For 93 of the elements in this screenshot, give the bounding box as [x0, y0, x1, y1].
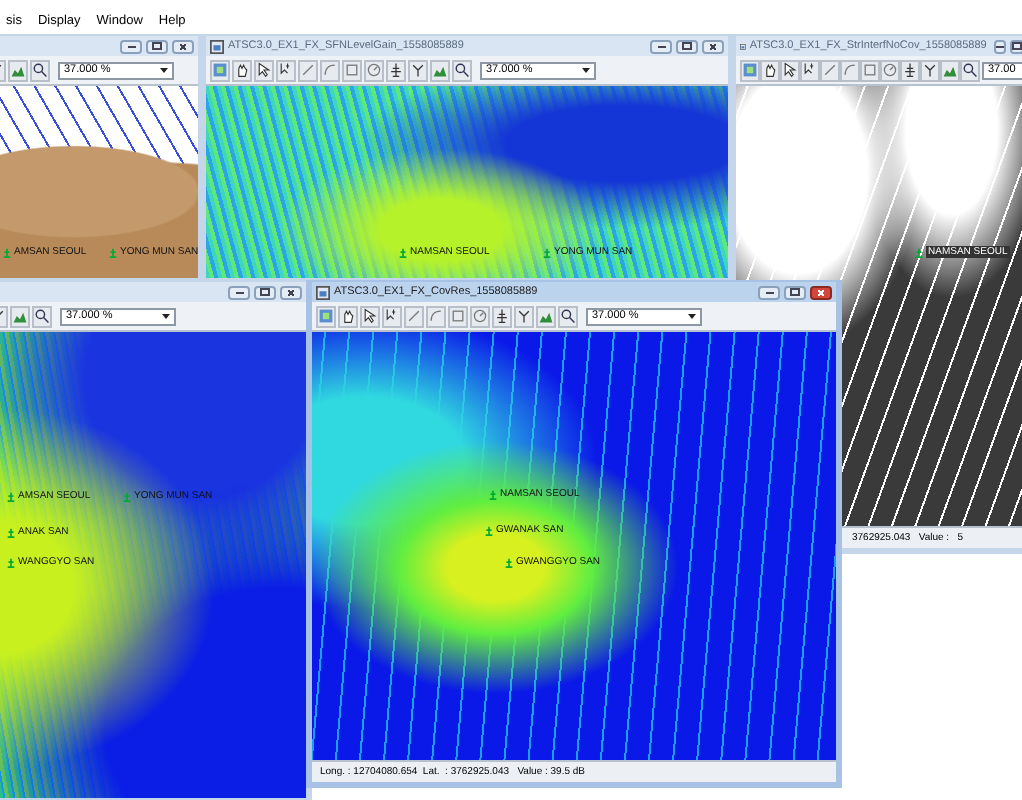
line-icon — [822, 62, 838, 78]
tower-icon — [484, 525, 494, 535]
tower-icon — [122, 491, 132, 501]
minimize-button[interactable] — [228, 285, 250, 299]
line-icon — [406, 308, 422, 324]
tool-button[interactable] — [32, 305, 52, 327]
layers-icon — [318, 308, 334, 324]
search-icon — [962, 62, 978, 78]
hand-icon — [234, 62, 250, 78]
search-icon — [34, 308, 50, 324]
close-button[interactable] — [810, 285, 832, 299]
tower-icon — [388, 62, 404, 78]
window-icon — [740, 39, 746, 53]
window-icon — [316, 285, 330, 299]
tower-icon — [108, 247, 118, 257]
tower-icon — [914, 247, 924, 257]
tower-icon — [504, 557, 514, 567]
square-icon — [344, 62, 360, 78]
caret-icon — [686, 310, 698, 322]
hand-icon — [340, 308, 356, 324]
tower-icon — [6, 491, 16, 501]
minimize-button[interactable] — [120, 39, 142, 53]
maximize-button[interactable] — [1010, 39, 1022, 53]
minimize-button[interactable] — [758, 285, 780, 299]
terrain-icon — [432, 62, 448, 78]
tool-button[interactable] — [338, 305, 358, 327]
gauge-icon — [472, 308, 488, 324]
add-point-icon — [384, 308, 400, 324]
tower-icon — [494, 308, 510, 324]
tool-button[interactable] — [386, 59, 406, 81]
gauge-icon — [366, 62, 382, 78]
pointer-icon — [362, 308, 378, 324]
line-icon — [300, 62, 316, 78]
gauge-icon — [882, 62, 898, 78]
tool-button[interactable] — [360, 305, 380, 327]
curve-icon — [842, 62, 858, 78]
tool-button[interactable] — [920, 59, 940, 81]
square-icon — [862, 62, 878, 78]
antenna-icon — [410, 62, 426, 78]
maximize-button[interactable] — [676, 39, 698, 53]
tool-button[interactable] — [254, 59, 274, 81]
tool-button[interactable] — [760, 59, 780, 81]
antenna-icon — [922, 62, 938, 78]
search-icon — [560, 308, 576, 324]
antenna-icon — [516, 308, 532, 324]
terrain-icon — [10, 62, 26, 78]
close-button[interactable] — [702, 39, 724, 53]
tool-button[interactable] — [276, 59, 296, 81]
close-button[interactable] — [280, 285, 302, 299]
tool-button[interactable] — [232, 59, 252, 81]
minimize-button[interactable] — [994, 39, 1007, 53]
terrain-icon — [942, 62, 958, 78]
tool-button[interactable] — [800, 59, 820, 81]
tower-icon — [488, 489, 498, 499]
layers-icon — [212, 62, 228, 78]
maximize-button[interactable] — [784, 285, 806, 299]
maximize-button[interactable] — [254, 285, 276, 299]
tower-icon — [2, 247, 12, 257]
window-icon — [210, 39, 224, 53]
tower-icon — [398, 247, 408, 257]
add-point-icon — [802, 62, 818, 78]
tool-button[interactable] — [452, 59, 472, 81]
tool-button[interactable] — [780, 59, 800, 81]
minimize-button[interactable] — [650, 39, 672, 53]
tool-button[interactable] — [558, 305, 578, 327]
tool-button[interactable] — [514, 305, 534, 327]
tool-button[interactable] — [960, 59, 980, 81]
caret-icon — [160, 310, 172, 322]
caret-icon — [580, 64, 592, 76]
terrain-icon — [538, 308, 554, 324]
tool-button[interactable] — [900, 59, 920, 81]
caret-icon — [158, 64, 170, 76]
curve-icon — [428, 308, 444, 324]
tool-button[interactable] — [30, 59, 50, 81]
search-icon — [454, 62, 470, 78]
tower-icon — [542, 247, 552, 257]
curve-icon — [322, 62, 338, 78]
search-icon — [32, 62, 48, 78]
tower-icon — [902, 62, 918, 78]
tower-icon — [6, 557, 16, 567]
pointer-icon — [256, 62, 272, 78]
close-button[interactable] — [172, 39, 194, 53]
tool-button[interactable] — [408, 59, 428, 81]
tool-button[interactable] — [492, 305, 512, 327]
maximize-button[interactable] — [146, 39, 168, 53]
add-point-icon — [278, 62, 294, 78]
tool-button[interactable] — [382, 305, 402, 327]
tower-icon — [6, 527, 16, 537]
square-icon — [450, 308, 466, 324]
layers-icon — [742, 62, 758, 78]
hand-icon — [762, 62, 778, 78]
pointer-icon — [782, 62, 798, 78]
terrain-icon — [12, 308, 28, 324]
